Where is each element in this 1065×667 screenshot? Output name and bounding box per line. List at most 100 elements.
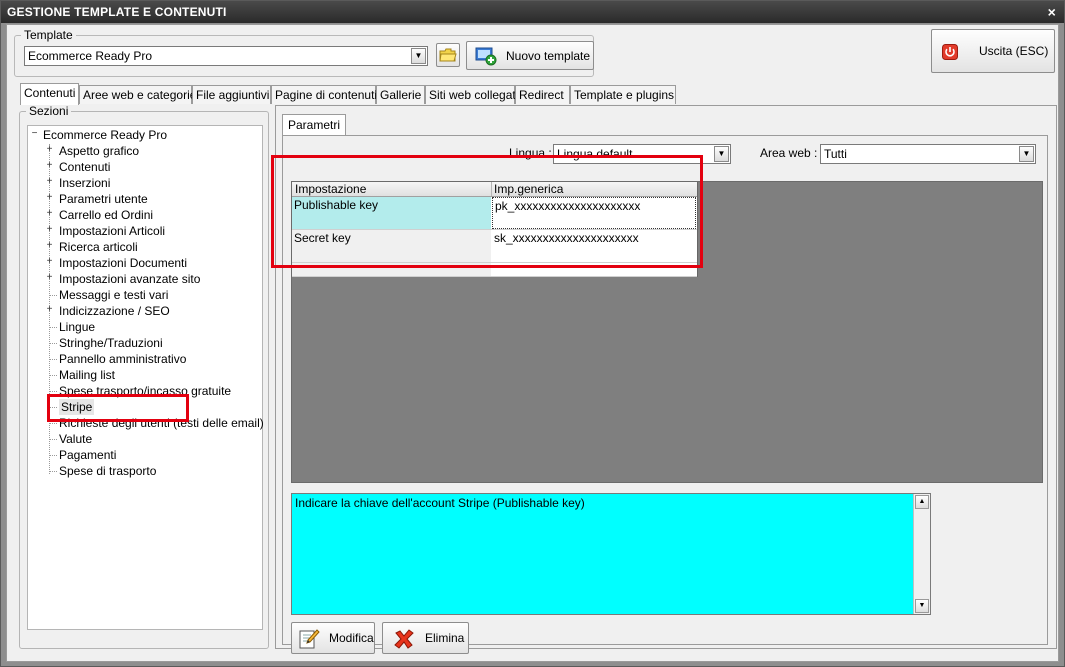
scroll-down-icon[interactable]: ▼ (915, 599, 929, 613)
setting-cell[interactable]: Publishable key (292, 197, 491, 229)
area-web-select[interactable]: Tutti ▼ (820, 144, 1036, 164)
tree-connector (49, 423, 57, 424)
modify-button[interactable]: Modifica (291, 622, 375, 654)
template-select[interactable]: Ecommerce Ready Pro ▼ (24, 46, 428, 66)
sections-group-label: Sezioni (26, 104, 72, 118)
lingua-select[interactable]: Lingua default ▼ (553, 144, 731, 164)
expand-icon[interactable]: + (45, 225, 54, 235)
new-template-button[interactable]: Nuovo template (466, 41, 594, 70)
expand-icon[interactable]: + (45, 193, 54, 203)
parametri-panel: Lingua : Lingua default ▼ Area web : Tut… (282, 135, 1048, 654)
table-row[interactable] (292, 263, 697, 277)
client-area: Template Ecommerce Ready Pro ▼ Nuovo tem… (6, 24, 1059, 662)
exit-button[interactable]: Uscita (ESC) (931, 29, 1055, 73)
tree-connector (49, 455, 57, 456)
tree-item-label: Richieste degli utenti (testi delle emai… (59, 416, 264, 430)
tab-file-aggiuntivi[interactable]: File aggiuntivi (192, 85, 271, 104)
tree-connector (49, 327, 57, 328)
tab-template-plugins[interactable]: Template e plugins (570, 85, 676, 104)
add-template-icon (475, 47, 497, 66)
template-group-label: Template (21, 28, 76, 42)
value-cell[interactable] (492, 263, 696, 276)
modify-label: Modifica (329, 631, 374, 645)
table-row[interactable]: Secret key sk_xxxxxxxxxxxxxxxxxxxxx (292, 230, 697, 263)
tab-label: File aggiuntivi (196, 88, 270, 102)
tree-item-label: Lingue (59, 320, 96, 334)
expand-icon[interactable]: + (45, 273, 54, 283)
expand-icon[interactable]: + (45, 161, 54, 171)
chevron-down-icon[interactable]: ▼ (411, 48, 426, 64)
tree-connector (49, 439, 57, 440)
expand-icon[interactable]: + (45, 257, 54, 267)
tree-item-label: Mailing list (59, 368, 116, 382)
tab-aree-web[interactable]: Aree web e categorie (79, 85, 196, 104)
chevron-down-icon[interactable]: ▼ (714, 146, 729, 162)
tab-redirect[interactable]: Redirect (515, 85, 570, 104)
expand-icon[interactable]: + (45, 177, 54, 187)
expand-icon[interactable]: + (45, 145, 54, 155)
tab-label: Pagine di contenuti (275, 88, 378, 102)
open-folder-button[interactable] (436, 43, 460, 67)
tab-gallerie[interactable]: Gallerie (376, 85, 425, 104)
tab-label: Gallerie (380, 88, 422, 102)
tree-item-label: Impostazioni Articoli (59, 224, 166, 238)
expand-icon[interactable]: + (45, 241, 54, 251)
table-row[interactable]: Publishable key pk_xxxxxxxxxxxxxxxxxxxxx (292, 197, 697, 230)
sections-group: Sezioni − Ecommerce Ready Pro + Aspetto g… (19, 104, 269, 649)
tab-siti-web-collegati[interactable]: Siti web collegati (425, 85, 519, 104)
exit-label: Uscita (ESC) (979, 44, 1049, 58)
tree-item-label: Valute (59, 432, 93, 446)
tab-parametri[interactable]: Parametri (282, 114, 347, 136)
template-select-value: Ecommerce Ready Pro (28, 49, 153, 63)
template-group: Template Ecommerce Ready Pro ▼ Nuovo tem… (14, 28, 594, 77)
area-web-label: Area web : (760, 146, 818, 160)
tree-root-label: Ecommerce Ready Pro (43, 128, 168, 142)
collapse-icon[interactable]: − (30, 129, 39, 139)
delete-icon (394, 629, 414, 649)
expand-icon[interactable]: + (45, 209, 54, 219)
grid-header: Impostazione Imp.generica (292, 182, 697, 197)
tab-contenuti[interactable]: Contenuti (20, 83, 79, 105)
tree-item-label: Stringhe/Traduzioni (59, 336, 163, 350)
power-icon (942, 44, 958, 60)
setting-cell[interactable]: Secret key (292, 230, 491, 262)
title-bar: GESTIONE TEMPLATE E CONTENUTI × (1, 1, 1064, 23)
settings-grid-area: Impostazione Imp.generica Publishable ke… (291, 181, 1043, 483)
lingua-value: Lingua default (557, 147, 633, 161)
close-icon[interactable]: × (1048, 1, 1056, 23)
chevron-down-icon[interactable]: ▼ (1019, 146, 1034, 162)
sections-tree[interactable]: − Ecommerce Ready Pro + Aspetto grafico + C… (27, 125, 264, 630)
value-cell[interactable]: pk_xxxxxxxxxxxxxxxxxxxxx (492, 197, 696, 229)
tree-item-label: Indicizzazione / SEO (59, 304, 170, 318)
tab-parametri-label: Parametri (288, 118, 341, 132)
window-title: GESTIONE TEMPLATE E CONTENUTI (7, 5, 227, 19)
settings-grid[interactable]: Impostazione Imp.generica Publishable ke… (292, 182, 698, 277)
column-header-setting[interactable]: Impostazione (295, 182, 366, 196)
setting-cell[interactable] (292, 263, 491, 276)
tab-label: Redirect (519, 88, 564, 102)
tab-label: Template e plugins (574, 88, 675, 102)
scroll-up-icon[interactable]: ▲ (915, 495, 929, 509)
column-header-value[interactable]: Imp.generica (494, 182, 563, 196)
description-box[interactable]: Indicare la chiave dell'account Stripe (… (291, 493, 931, 615)
tree-item-label: Carrello ed Ordini (59, 208, 154, 222)
tab-pagine-contenuti[interactable]: Pagine di contenuti (271, 85, 378, 104)
tree-item-label: Inserzioni (59, 176, 111, 190)
app-window: GESTIONE TEMPLATE E CONTENUTI × Template… (0, 0, 1065, 667)
tree-item-label: Impostazioni avanzate sito (59, 272, 201, 286)
area-web-value: Tutti (824, 147, 847, 161)
new-template-label: Nuovo template (506, 48, 591, 63)
tree-item-label: Spese di trasporto (59, 464, 157, 478)
description-text: Indicare la chiave dell'account Stripe (… (295, 496, 585, 510)
tab-label: Contenuti (24, 86, 76, 100)
tree-item-label: Ricerca articoli (59, 240, 138, 254)
tree-item-label: Stripe (59, 399, 95, 415)
tree-connector (49, 359, 57, 360)
tree-item-label: Parametri utente (59, 192, 148, 206)
tab-label: Siti web collegati (429, 88, 519, 102)
delete-button[interactable]: Elimina (382, 622, 469, 654)
description-scrollbar[interactable]: ▲ ▼ (913, 494, 930, 614)
expand-icon[interactable]: + (45, 305, 54, 315)
value-cell[interactable]: sk_xxxxxxxxxxxxxxxxxxxxx (492, 230, 696, 262)
column-divider (491, 182, 492, 196)
